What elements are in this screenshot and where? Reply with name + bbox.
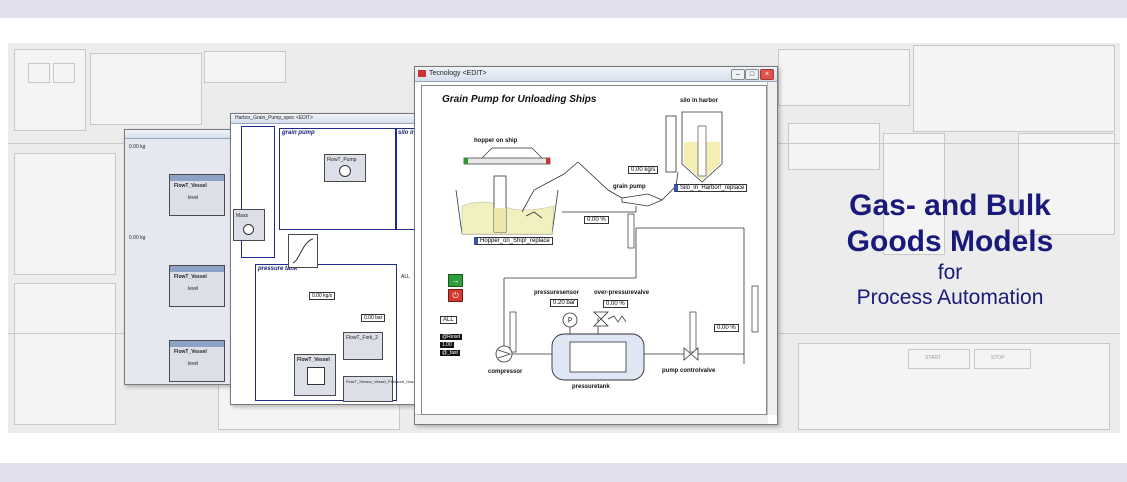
title-bar[interactable] bbox=[125, 130, 243, 139]
bg-panel bbox=[28, 63, 50, 83]
stop-button[interactable]: ⏻ bbox=[448, 289, 463, 302]
block-vessel[interactable]: FlowT_Vessel bbox=[294, 354, 336, 396]
level-label: level bbox=[188, 195, 199, 201]
maximize-button[interactable]: □ bbox=[745, 69, 759, 80]
percent-value: 0.00 % bbox=[584, 216, 609, 224]
curve-icon bbox=[292, 238, 314, 264]
heading-line-2: Goods Models bbox=[846, 225, 1054, 258]
value-display: 1.00 bbox=[440, 342, 454, 348]
pump-control-valve-label: pump controlvalve bbox=[662, 368, 716, 374]
block-sensor[interactable]: FlowT_Sensor_Vessel_Pressure_Gas bbox=[343, 376, 414, 402]
motor-icon bbox=[243, 224, 254, 235]
block-label: FlowT_Pump bbox=[327, 157, 357, 163]
block-curve[interactable] bbox=[288, 234, 318, 268]
horizontal-scrollbar[interactable] bbox=[415, 414, 768, 424]
silo-tag[interactable]: Silo_in_Harbor!_replace bbox=[674, 184, 748, 192]
flow-value: 0.00 kg/s bbox=[628, 166, 659, 174]
heading-line-3: for bbox=[937, 261, 963, 284]
start-arrow-button[interactable]: → bbox=[448, 274, 463, 287]
vessel-icon bbox=[307, 367, 325, 385]
block-label: FlowT_Vessel bbox=[174, 349, 207, 355]
level-label: level bbox=[188, 286, 199, 292]
level-label: level bbox=[188, 361, 199, 367]
window-title: Tecnology <EDIT> bbox=[429, 70, 487, 77]
block-label: FlowT_Fork_2 bbox=[346, 335, 378, 341]
group-label: grain pump bbox=[282, 130, 315, 136]
block-label: FlowT_Sensor_Vessel_Pressure_Gas bbox=[346, 379, 414, 384]
bg-panel bbox=[14, 283, 116, 425]
bg-start-box: START bbox=[908, 349, 970, 369]
title-bar[interactable]: Tecnology <EDIT> – □ × bbox=[415, 67, 777, 82]
fast-button[interactable]: @_fast bbox=[440, 350, 460, 356]
block-header bbox=[170, 266, 224, 272]
vertical-scrollbar[interactable] bbox=[767, 82, 777, 415]
window-title: Harbor_Grain_Pump_spec <EDIT> bbox=[235, 115, 314, 121]
compressor-label: compressor bbox=[488, 369, 523, 375]
block-vessel-1[interactable]: FlowT_Vessel level bbox=[169, 174, 225, 216]
pressure-value: 0.20 bar bbox=[550, 299, 579, 307]
bg-panel bbox=[53, 63, 75, 83]
diagram-canvas: Grain Pump for Unloading Ships silo in h… bbox=[421, 85, 767, 415]
value-label: 0.00 kg bbox=[129, 144, 146, 150]
block-label: FlowT_Vessel bbox=[174, 183, 207, 189]
value-box: 0.00 bar bbox=[361, 314, 386, 322]
minimize-button[interactable]: – bbox=[731, 69, 745, 80]
sensor-symbol: p bbox=[568, 316, 572, 323]
bottom-band bbox=[0, 463, 1127, 482]
block-label: FlowT_Vessel bbox=[297, 357, 330, 363]
block-vessel-2[interactable]: FlowT_Vessel level bbox=[169, 265, 225, 307]
process-diagram bbox=[455, 111, 759, 381]
percent-value: 0.00 % bbox=[603, 300, 628, 308]
percent-value: 0.00 % bbox=[714, 324, 739, 332]
model-window-middle[interactable]: Harbor_Grain_Pump_spec <EDIT> grain pump… bbox=[230, 113, 433, 405]
block-mass[interactable]: Mass bbox=[233, 209, 265, 241]
block-fork[interactable]: FlowT_Fork_2 bbox=[343, 332, 383, 360]
bg-panel bbox=[778, 49, 910, 106]
bg-panel bbox=[913, 45, 1115, 132]
app-icon bbox=[418, 70, 426, 77]
block-vessel-3[interactable]: FlowT_Vessel level bbox=[169, 340, 225, 382]
technology-window[interactable]: Tecnology <EDIT> – □ × Grain Pump for Un… bbox=[414, 66, 778, 425]
block-header bbox=[170, 175, 224, 181]
block-pump[interactable]: FlowT_Pump bbox=[324, 154, 366, 182]
hopper-tag[interactable]: Hopper_on_Ship!_replace bbox=[474, 237, 553, 245]
bg-start-label: START bbox=[925, 355, 941, 361]
all-label: ALL bbox=[401, 274, 410, 280]
block-label: FlowT_Vessel bbox=[174, 274, 207, 280]
bg-panel bbox=[788, 123, 880, 170]
value-box: 0.00 kg/s bbox=[309, 292, 336, 300]
top-band bbox=[0, 0, 1127, 18]
bg-panel bbox=[90, 53, 202, 125]
block-header bbox=[170, 341, 224, 347]
overpressure-label: over-pressurevalve bbox=[594, 290, 650, 296]
banner-heading: Gas- and Bulk Goods Models for Process A… bbox=[810, 188, 1090, 310]
heading-line-1: Gas- and Bulk bbox=[849, 189, 1051, 222]
heading-line-4: Process Automation bbox=[856, 286, 1044, 309]
bg-panel bbox=[14, 49, 86, 131]
bg-stop-label: STOP bbox=[991, 355, 1005, 361]
pump-icon bbox=[339, 165, 351, 177]
value-label: 0.00 kg bbox=[129, 235, 146, 241]
all-button[interactable]: ALL bbox=[440, 316, 457, 324]
pressuretank-label: pressuretank bbox=[572, 384, 610, 390]
bg-stop-box: STOP bbox=[974, 349, 1031, 369]
title-bar[interactable]: Harbor_Grain_Pump_spec <EDIT> bbox=[231, 114, 431, 124]
close-button[interactable]: × bbox=[760, 69, 774, 80]
mass-label: Mass bbox=[236, 213, 248, 219]
model-window-left[interactable]: FlowT_Vessel level FlowT_Vessel level Fl… bbox=[124, 129, 244, 385]
bg-panel bbox=[204, 51, 286, 83]
bg-panel bbox=[14, 153, 116, 275]
banner: START STOP FlowT_Vessel level FlowT_Vess… bbox=[8, 43, 1120, 433]
reset-button[interactable]: @Reset bbox=[440, 334, 463, 340]
pressuresensor-label: pressuresensor bbox=[534, 290, 580, 296]
